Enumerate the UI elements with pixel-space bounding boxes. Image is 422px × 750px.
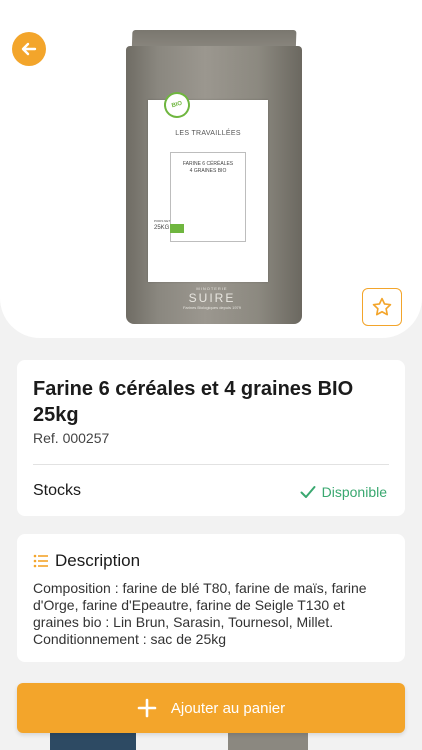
back-button[interactable] bbox=[12, 32, 46, 66]
bag-weight-value: 25KG bbox=[154, 224, 170, 231]
favorite-button[interactable] bbox=[362, 288, 402, 326]
bag-maker-name: SUIRE bbox=[188, 291, 236, 305]
bag-weight: POIDS NET 25KG bbox=[154, 218, 170, 231]
bag-product-line1: FARINE 6 CÉRÉALES bbox=[182, 161, 234, 167]
add-to-cart-button[interactable]: Ajouter au panier bbox=[17, 683, 405, 733]
product-title: Farine 6 céréales et 4 graines BIO 25kg bbox=[33, 378, 354, 426]
bag-weight-caption: POIDS NET bbox=[154, 219, 171, 223]
bag-label: LES TRAVAILLÉES FARINE 6 CÉRÉALES 4 GRAI… bbox=[148, 100, 268, 282]
product-hero: LES TRAVAILLÉES FARINE 6 CÉRÉALES 4 GRAI… bbox=[0, 0, 422, 338]
stock-status-label: Disponible bbox=[321, 484, 387, 500]
check-icon bbox=[300, 486, 316, 498]
bag-maker: MINOTERIE SUIRE Farines Biologiques depu… bbox=[118, 286, 306, 310]
bag-product-line2: 4 GRAINES BIO bbox=[189, 167, 227, 174]
eu-organic-logo bbox=[170, 224, 184, 233]
description-header: Description bbox=[33, 551, 140, 571]
bag-maker-tagline: Farines Biologiques depuis 1979 bbox=[182, 305, 242, 310]
related-product-thumb[interactable] bbox=[50, 732, 136, 750]
description-text: Composition : farine de blé T80, farine … bbox=[33, 580, 367, 647]
stocks-label: Stocks bbox=[33, 482, 82, 499]
list-icon bbox=[33, 554, 48, 568]
product-ref: Ref. 000257 bbox=[33, 430, 110, 446]
divider bbox=[33, 464, 389, 465]
stock-status: Disponible bbox=[300, 484, 387, 500]
bag-product-name: FARINE 6 CÉRÉALES 4 GRAINES BIO bbox=[171, 161, 245, 175]
star-outline-icon bbox=[372, 297, 392, 316]
description-card: Description Composition : farine de blé … bbox=[17, 534, 405, 662]
plus-icon bbox=[137, 698, 157, 718]
product-image: LES TRAVAILLÉES FARINE 6 CÉRÉALES 4 GRAI… bbox=[118, 28, 306, 326]
add-to-cart-label: Ajouter au panier bbox=[170, 699, 286, 717]
product-info-card: Farine 6 céréales et 4 graines BIO 25kg … bbox=[17, 360, 405, 516]
description-title: Description bbox=[55, 551, 141, 570]
bag-brand: LES TRAVAILLÉES bbox=[175, 130, 241, 137]
arrow-left-icon bbox=[21, 42, 37, 56]
related-product-thumb[interactable] bbox=[228, 732, 308, 750]
